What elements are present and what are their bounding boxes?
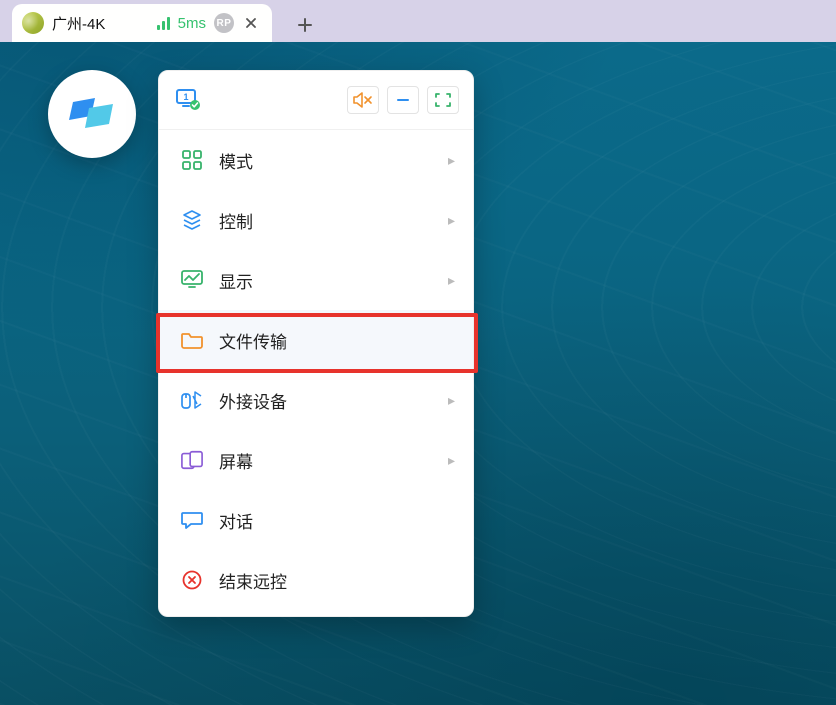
control-menu-panel: 1 模式 ▸ bbox=[158, 70, 474, 617]
mute-button[interactable] bbox=[347, 86, 379, 114]
folder-icon bbox=[181, 329, 203, 351]
close-icon[interactable] bbox=[242, 14, 260, 32]
panel-top-bar: 1 bbox=[159, 81, 473, 130]
screen-icon bbox=[181, 449, 203, 471]
menu-item-screen[interactable]: 屏幕 ▸ bbox=[159, 430, 473, 490]
menu-label: 控制 bbox=[219, 208, 253, 233]
tab-active[interactable]: 广州-4K 5ms RP bbox=[12, 4, 272, 42]
signal-icon bbox=[157, 16, 170, 30]
menu-item-mode[interactable]: 模式 ▸ bbox=[159, 130, 473, 190]
fullscreen-button[interactable] bbox=[427, 86, 459, 114]
display-icon bbox=[181, 269, 203, 291]
chevron-right-icon: ▸ bbox=[448, 212, 455, 229]
menu-item-peripherals[interactable]: 外接设备 ▸ bbox=[159, 370, 473, 430]
menu-item-control[interactable]: 控制 ▸ bbox=[159, 190, 473, 250]
close-circle-icon bbox=[181, 569, 203, 591]
speaker-mute-icon bbox=[353, 91, 373, 109]
todesk-logo-icon bbox=[67, 94, 117, 134]
menu-item-display[interactable]: 显示 ▸ bbox=[159, 250, 473, 310]
menu-item-chat[interactable]: 对话 bbox=[159, 490, 473, 550]
menu-label: 显示 bbox=[219, 268, 253, 293]
tab-avatar bbox=[22, 12, 44, 34]
monitor-status-icon[interactable]: 1 bbox=[173, 85, 203, 115]
menu-label: 文件传输 bbox=[219, 328, 287, 353]
chevron-right-icon: ▸ bbox=[448, 392, 455, 409]
menu-label: 外接设备 bbox=[219, 388, 287, 413]
chat-icon bbox=[181, 509, 203, 531]
mode-icon bbox=[181, 149, 203, 171]
menu-label: 模式 bbox=[219, 148, 253, 173]
rp-badge: RP bbox=[214, 13, 234, 33]
menu-label: 屏幕 bbox=[219, 448, 253, 473]
app-logo-button[interactable] bbox=[48, 70, 136, 158]
fullscreen-icon bbox=[434, 92, 452, 108]
chevron-right-icon: ▸ bbox=[448, 152, 455, 169]
tab-bar: 广州-4K 5ms RP bbox=[0, 0, 836, 42]
chevron-right-icon: ▸ bbox=[448, 272, 455, 289]
control-icon bbox=[181, 209, 203, 231]
new-tab-button[interactable] bbox=[288, 8, 322, 42]
menu-item-end-session[interactable]: 结束远控 bbox=[159, 550, 473, 610]
menu-item-file-transfer[interactable]: 文件传输 bbox=[159, 310, 473, 370]
menu-label: 对话 bbox=[219, 508, 253, 533]
peripherals-icon bbox=[181, 389, 203, 411]
svg-text:1: 1 bbox=[183, 92, 188, 102]
chevron-right-icon: ▸ bbox=[448, 452, 455, 469]
minimize-button[interactable] bbox=[387, 86, 419, 114]
minimize-icon bbox=[395, 92, 411, 108]
ping-label: 5ms bbox=[178, 15, 206, 32]
tab-title: 广州-4K bbox=[52, 13, 149, 34]
menu-label: 结束远控 bbox=[219, 568, 287, 593]
